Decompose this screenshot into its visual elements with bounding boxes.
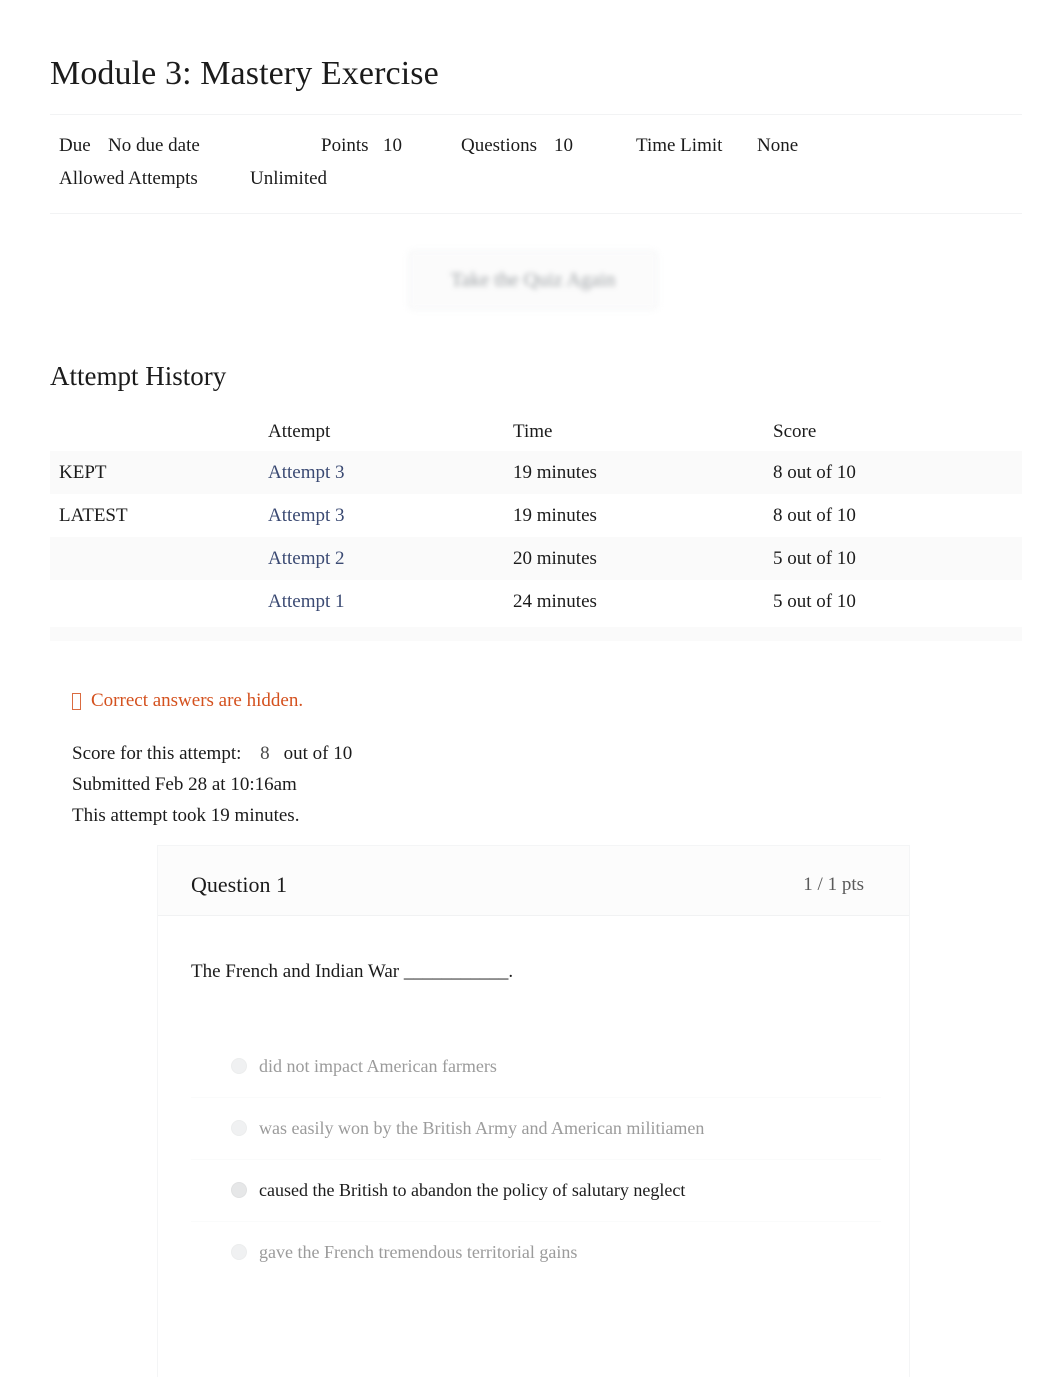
radio-button-icon[interactable] bbox=[231, 1120, 247, 1136]
question-card: Question 1 1 / 1 pts The French and Indi… bbox=[157, 845, 910, 1377]
retake-quiz-button-wrapper: Take the Quiz Again bbox=[408, 250, 658, 310]
score-value: 8 bbox=[260, 743, 270, 764]
table-header-row: Attempt Time Score bbox=[50, 412, 1022, 451]
notice-text: Correct answers are hidden. bbox=[91, 690, 304, 711]
points-value: 10 bbox=[383, 135, 402, 156]
allowed-attempts-label: Allowed Attempts bbox=[59, 168, 198, 189]
answer-option[interactable]: did not impact American farmers bbox=[191, 1036, 881, 1098]
question-name: Question 1 bbox=[191, 872, 287, 897]
table-row: Attempt 2 20 minutes 5 out of 10 bbox=[50, 537, 1022, 580]
allowed-attempts-value: Unlimited bbox=[250, 168, 328, 189]
attempt-history-head: Attempt Time Score bbox=[50, 412, 1022, 451]
column-header-time: Time bbox=[513, 421, 553, 442]
quiz-results-page: Module 3: Mastery Exercise Due No due dat… bbox=[0, 0, 1062, 1377]
column-header-score: Score bbox=[773, 421, 817, 442]
time-limit-value: None bbox=[757, 135, 799, 156]
question-text: The French and Indian War ___________. bbox=[191, 961, 514, 982]
questions-label: Questions bbox=[461, 135, 537, 156]
table-bottom-divider bbox=[50, 627, 1022, 641]
radio-button-selected-icon[interactable] bbox=[231, 1182, 247, 1198]
quiz-info-row-primary: Due No due date Points 10 Questions 10 Time Li… bbox=[50, 129, 1022, 162]
question-points: 1 / 1 pts bbox=[803, 874, 864, 895]
attempt-history-body: KEPT Attempt 3 19 minutes 8 out of 10 LA… bbox=[50, 451, 1022, 623]
attempt-tag-latest: LATEST bbox=[59, 505, 128, 526]
attempt-summary: Score for this attempt: 8 out of 10 Subm… bbox=[72, 738, 352, 831]
attempt-score: 8 out of 10 bbox=[773, 462, 856, 483]
attempt-link[interactable]: Attempt 2 bbox=[268, 548, 345, 569]
attempt-history-table: Attempt Time Score KEPT Attempt 3 19 min… bbox=[50, 412, 1022, 623]
column-header-tag bbox=[50, 412, 268, 451]
page-title: Module 3: Mastery Exercise bbox=[50, 55, 439, 92]
answer-label: was easily won by the British Army and A… bbox=[259, 1118, 705, 1138]
attempt-time: 20 minutes bbox=[513, 548, 597, 569]
radio-button-icon[interactable] bbox=[231, 1244, 247, 1260]
table-row: KEPT Attempt 3 19 minutes 8 out of 10 bbox=[50, 451, 1022, 494]
questions-value: 10 bbox=[554, 135, 573, 156]
due-value: No due date bbox=[108, 135, 200, 156]
question-header: Question 1 1 / 1 pts bbox=[158, 846, 909, 916]
due-label: Due bbox=[59, 135, 91, 156]
duration-line: This attempt took 19 minutes. bbox=[72, 805, 300, 826]
take-quiz-again-button[interactable]: Take the Quiz Again bbox=[408, 250, 658, 310]
attempt-score: 8 out of 10 bbox=[773, 505, 856, 526]
answer-list: did not impact American farmers was easi… bbox=[191, 1036, 881, 1284]
missing-glyph-icon bbox=[72, 692, 81, 710]
score-for-attempt-line: Score for this attempt: 8 out of 10 bbox=[72, 738, 352, 769]
answer-option[interactable]: gave the French tremendous territorial g… bbox=[191, 1222, 881, 1284]
attempt-link[interactable]: Attempt 1 bbox=[268, 591, 345, 612]
attempt-link[interactable]: Attempt 3 bbox=[268, 505, 345, 526]
table-row: LATEST Attempt 3 19 minutes 8 out of 10 bbox=[50, 494, 1022, 537]
attempt-history-heading: Attempt History bbox=[50, 361, 227, 391]
points-label: Points bbox=[321, 135, 369, 156]
answer-label: did not impact American farmers bbox=[259, 1056, 497, 1076]
answer-label: gave the French tremendous territorial g… bbox=[259, 1242, 578, 1262]
column-header-attempt: Attempt bbox=[268, 421, 331, 442]
attempt-time: 24 minutes bbox=[513, 591, 597, 612]
quiz-info-band: Due No due date Points 10 Questions 10 Time Li… bbox=[50, 114, 1022, 214]
score-label: Score for this attempt: bbox=[72, 743, 242, 764]
answer-label: caused the British to abandon the policy… bbox=[259, 1180, 686, 1200]
attempt-tag-kept: KEPT bbox=[59, 462, 107, 483]
radio-button-icon[interactable] bbox=[231, 1058, 247, 1074]
table-row: Attempt 1 24 minutes 5 out of 10 bbox=[50, 580, 1022, 623]
attempt-score: 5 out of 10 bbox=[773, 548, 856, 569]
quiz-info-row-secondary: Allowed Attempts Unlimited bbox=[50, 162, 1022, 195]
correct-answers-hidden-notice: Correct answers are hidden. bbox=[72, 688, 303, 714]
submitted-line: Submitted Feb 28 at 10:16am bbox=[72, 774, 297, 795]
attempt-link[interactable]: Attempt 3 bbox=[268, 462, 345, 483]
time-limit-label: Time Limit bbox=[636, 135, 723, 156]
answer-option-selected[interactable]: caused the British to abandon the policy… bbox=[191, 1160, 881, 1222]
score-suffix: out of 10 bbox=[283, 743, 353, 764]
attempt-time: 19 minutes bbox=[513, 505, 597, 526]
answer-option[interactable]: was easily won by the British Army and A… bbox=[191, 1098, 881, 1160]
attempt-time: 19 minutes bbox=[513, 462, 597, 483]
attempt-score: 5 out of 10 bbox=[773, 591, 856, 612]
